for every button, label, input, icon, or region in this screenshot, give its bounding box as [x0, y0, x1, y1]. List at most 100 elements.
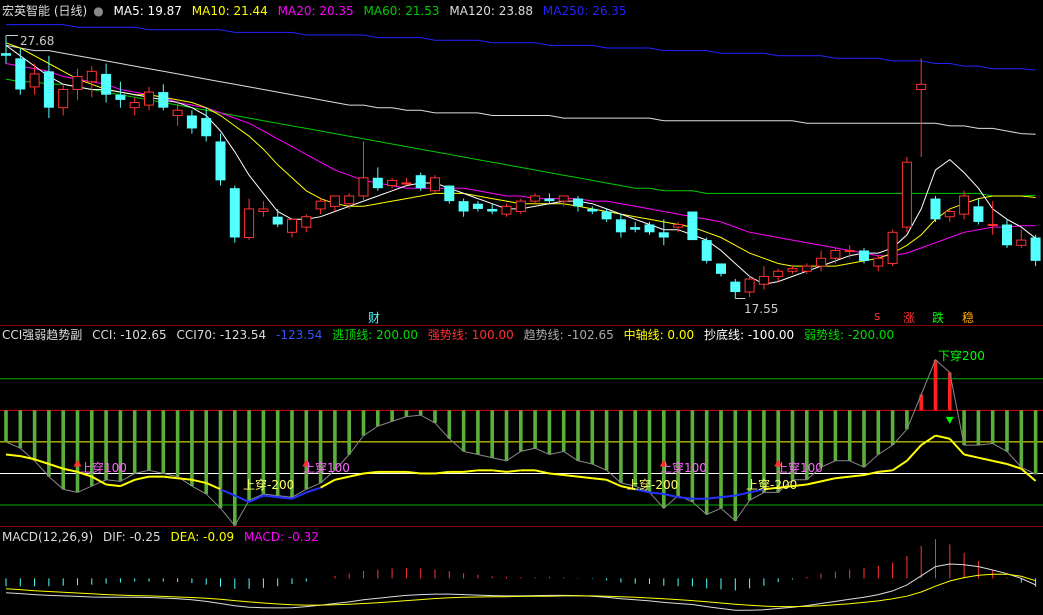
shangchuan100-label-1: 上穿100 [80, 461, 127, 475]
dea-line [5, 573, 1036, 608]
candle-body [501, 205, 512, 215]
qiangshi-line-label: 强势线: 100.00 [427, 328, 514, 342]
cci-bar [18, 410, 23, 449]
cci-bar [990, 410, 995, 444]
cci70-segment [492, 469, 507, 473]
ruoshi-line-label: 弱势线: -200.00 [804, 328, 895, 342]
low-price-label: 17.55 [744, 302, 779, 316]
macd-panel: MACD(12,26,9) DIF: -0.25 DEA: -0.09 MACD… [0, 527, 1043, 615]
cci70-segment [220, 488, 236, 497]
candle [58, 84, 69, 116]
candle [701, 237, 712, 264]
candle-body [58, 89, 69, 109]
candle [215, 133, 226, 186]
cci-bar [147, 410, 151, 471]
cci-bar [218, 410, 223, 509]
cci-bar [347, 410, 351, 455]
cci-bar [361, 410, 366, 436]
cci70-segment [563, 474, 579, 478]
cci-bar [1019, 410, 1024, 468]
candle [15, 47, 26, 95]
candle [415, 172, 426, 191]
ma10-line [5, 42, 1036, 267]
cci-header: CCI强弱趋势副 CCI: -102.65 CCI70: -123.54 -12… [2, 328, 900, 342]
candle-body [758, 275, 769, 285]
candle-body [115, 94, 126, 100]
candle [444, 185, 455, 204]
cci-bar [590, 410, 595, 464]
candle-body [229, 188, 240, 238]
candle-body [973, 206, 984, 222]
cci70-blue-value: -123.54 [276, 328, 323, 342]
candle-body [72, 76, 83, 91]
candle [115, 81, 126, 108]
candle-body [515, 200, 526, 213]
cci70-segment [935, 434, 951, 440]
dea-value: DEA: -0.09 [170, 530, 235, 544]
candle-body [415, 175, 426, 189]
candle-body [716, 263, 726, 274]
candle [887, 229, 898, 267]
cci-chart[interactable] [0, 326, 1043, 526]
candle-body [944, 211, 955, 218]
cci-bar [862, 410, 866, 468]
candle-body [887, 231, 898, 264]
candle-body [587, 208, 598, 212]
candle [129, 97, 140, 116]
cci70-segment [5, 453, 21, 458]
cci-bar [418, 410, 423, 416]
candle [372, 167, 383, 191]
cci-bar [619, 410, 623, 483]
candle-body [144, 91, 154, 106]
candle [530, 193, 541, 204]
candle-body [573, 198, 583, 207]
candle [329, 195, 340, 212]
macd-title[interactable]: MACD(12,26,9) [2, 530, 93, 544]
cci70-segment [820, 477, 836, 483]
candle-body [744, 278, 755, 293]
cci-title[interactable]: CCI强弱趋势副 [2, 328, 82, 342]
cci-bar [976, 410, 981, 446]
down-arrow-icon [945, 416, 954, 424]
cci70-segment [992, 459, 1008, 465]
candle [544, 193, 555, 204]
candle-body [630, 227, 641, 230]
candle-body [901, 161, 912, 228]
candle-body [301, 216, 312, 228]
candle-body [644, 224, 655, 233]
ma5-line [5, 44, 1036, 285]
cci70-segment [677, 496, 693, 500]
cci-bar [4, 410, 8, 442]
candle-body [859, 250, 869, 261]
candle [515, 198, 526, 215]
candle-body [86, 70, 97, 83]
candle [430, 175, 440, 194]
candle [1030, 234, 1041, 267]
zhang-marker: 涨 [903, 311, 916, 325]
cci-bar [175, 410, 180, 477]
candle-body [530, 195, 541, 202]
candle-body [916, 83, 927, 91]
candle [787, 266, 798, 274]
cci-bar [519, 410, 523, 452]
cci-bar [1033, 410, 1038, 475]
candle-body [773, 270, 784, 277]
candle-body [172, 109, 183, 116]
candle [644, 221, 655, 235]
wen-marker: 稳 [962, 311, 975, 325]
cci-bar [876, 410, 881, 455]
candle-body [673, 224, 684, 228]
candle [716, 263, 726, 277]
price-chart[interactable] [0, 0, 1043, 325]
cci70-segment [191, 478, 207, 484]
cci-bar [461, 410, 466, 452]
cci70-segment [177, 477, 193, 481]
candle [229, 185, 240, 243]
candle [973, 198, 984, 225]
candle [873, 255, 884, 272]
candle-body [458, 201, 469, 212]
candle [687, 211, 698, 241]
candle-body [930, 198, 941, 220]
candle [744, 276, 755, 298]
candle-body [787, 268, 798, 272]
